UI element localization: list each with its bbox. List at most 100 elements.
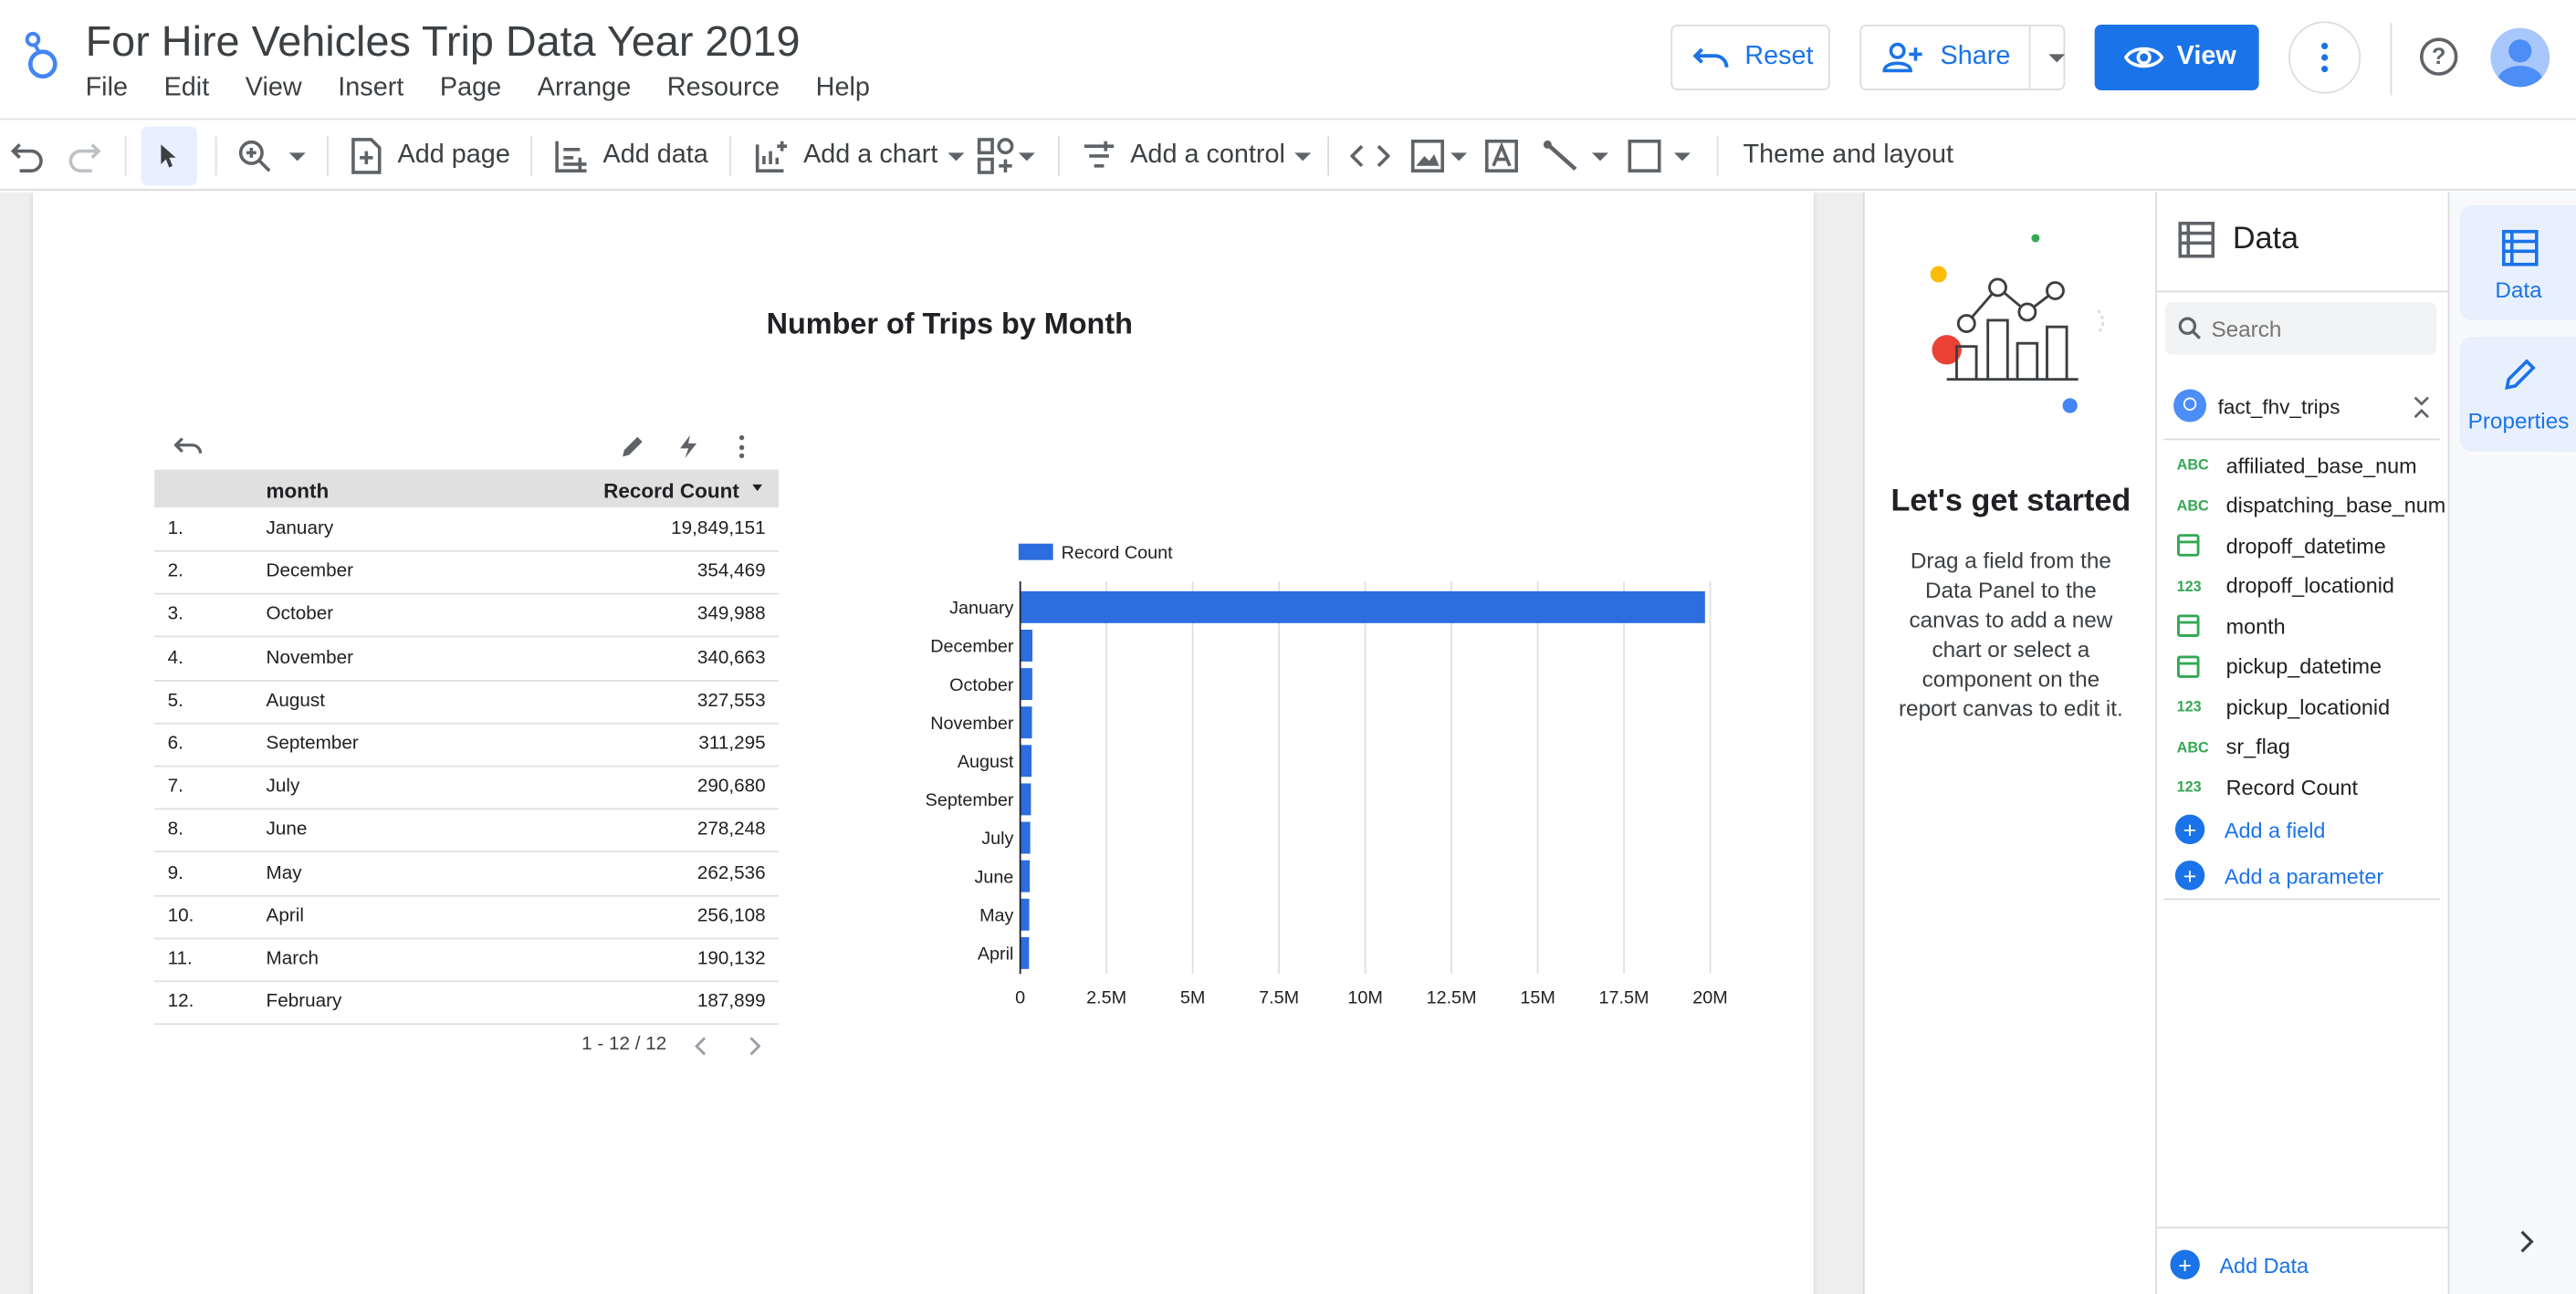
field-item[interactable]: 123 dropoff_locationid: [2177, 569, 2394, 602]
bar-june: [1020, 860, 1031, 892]
avatar[interactable]: [2490, 27, 2550, 88]
field-item[interactable]: pickup_datetime: [2177, 650, 2382, 683]
shape-button[interactable]: [1627, 120, 1691, 192]
field-item[interactable]: dropoff_datetime: [2177, 529, 2386, 562]
menu-insert[interactable]: Insert: [338, 74, 403, 103]
menu-arrange[interactable]: Arrange: [538, 74, 631, 103]
redo-icon[interactable]: [66, 140, 102, 172]
row-number: 8.: [167, 819, 183, 840]
community-viz-button[interactable]: [976, 120, 1035, 192]
table-more-icon[interactable]: [738, 434, 746, 459]
y-category-label: November: [930, 714, 1014, 734]
x-tick-label: 5M: [1180, 988, 1205, 1008]
share-button[interactable]: Share: [1859, 24, 2066, 90]
zoom-button[interactable]: [236, 120, 306, 192]
row-number: 7.: [167, 777, 183, 798]
add-field-button[interactable]: + Add a field: [2174, 813, 2325, 846]
code-icon: [1350, 144, 1390, 168]
menu-edit[interactable]: Edit: [164, 74, 210, 103]
line-button[interactable]: [1541, 120, 1608, 192]
table-row[interactable]: 5. August 327,553: [154, 682, 780, 725]
view-button[interactable]: View: [2094, 24, 2259, 90]
field-item[interactable]: 123 pickup_locationid: [2177, 690, 2390, 723]
tab-data[interactable]: Data: [2459, 204, 2576, 320]
next-page-icon[interactable]: [746, 1037, 762, 1057]
reset-table-icon[interactable]: [173, 435, 204, 458]
table-row[interactable]: 9. May 262,536: [154, 853, 780, 896]
add-chart-button[interactable]: Add a chart: [754, 120, 965, 192]
row-month: August: [266, 691, 326, 711]
table-row[interactable]: 12. February 187,899: [154, 983, 780, 1026]
menu-page[interactable]: Page: [440, 74, 501, 103]
x-tick-label: 17.5M: [1599, 988, 1649, 1008]
row-month: May: [266, 862, 302, 883]
add-data-panel-button[interactable]: + Add Data: [2170, 1248, 2309, 1281]
expand-panel-chevron-icon[interactable]: [2518, 1230, 2535, 1253]
add-parameter-button[interactable]: + Add a parameter: [2174, 859, 2383, 892]
field-item[interactable]: month: [2177, 610, 2286, 642]
row-month: October: [266, 605, 334, 625]
help-icon[interactable]: ?: [2420, 37, 2458, 76]
table-row[interactable]: 10. April 256,108: [154, 896, 780, 940]
add-page-button[interactable]: Add page: [350, 120, 510, 192]
share-dropdown-icon[interactable]: [2048, 54, 2066, 63]
prev-page-icon[interactable]: [693, 1037, 709, 1057]
column-header-record-count[interactable]: Record Count: [603, 480, 739, 503]
edit-pencil-icon[interactable]: [620, 433, 646, 460]
embed-code-button[interactable]: [1350, 120, 1390, 192]
bar-chart[interactable]: Record Count 0 2.5M 5M 7.5M 10M 12.5M 15M 17.5M 2…: [887, 526, 1775, 1018]
field-item[interactable]: ABC affiliated_base_num: [2177, 448, 2417, 481]
reset-button[interactable]: Reset: [1670, 24, 1830, 90]
tab-properties[interactable]: Properties: [2459, 336, 2576, 452]
search-box[interactable]: [2165, 302, 2437, 355]
row-number: 5.: [167, 691, 183, 711]
add-data-button[interactable]: Add data: [554, 120, 708, 192]
header: For Hire Vehicles Trip Data Year 2019 Fi…: [0, 0, 2576, 115]
menu-help[interactable]: Help: [816, 74, 870, 103]
text-button[interactable]: [1483, 120, 1520, 192]
field-name: pickup_datetime: [2225, 653, 2382, 679]
menu-file[interactable]: File: [86, 74, 128, 103]
zoom-in-icon: [238, 140, 271, 172]
field-item[interactable]: 123 Record Count: [2177, 770, 2358, 803]
table-row[interactable]: 4. November 340,663: [154, 638, 780, 682]
data-source-name[interactable]: fact_fhv_trips: [2218, 396, 2340, 419]
add-control-label: Add a control: [1130, 141, 1285, 170]
bar-april: [1020, 936, 1030, 969]
looker-studio-logo-icon[interactable]: [23, 29, 62, 82]
table-row[interactable]: 2. December 354,469: [154, 552, 780, 595]
table-row[interactable]: 1. January 19,849,151: [154, 509, 780, 552]
y-category-label: April: [978, 944, 1014, 965]
legend-swatch: [1018, 543, 1053, 560]
column-header-month[interactable]: month: [267, 480, 330, 503]
lightning-bolt-icon[interactable]: [676, 433, 699, 460]
row-month: September: [266, 734, 359, 755]
add-control-dropdown-icon: [1294, 151, 1312, 161]
row-month: July: [266, 777, 300, 798]
menu-view[interactable]: View: [246, 74, 302, 103]
x-tick-label: 0: [1015, 988, 1025, 1008]
table-row[interactable]: 11. March 190,132: [154, 939, 780, 983]
table-row[interactable]: 3. October 349,988: [154, 595, 780, 639]
field-item[interactable]: ABC sr_flag: [2177, 730, 2290, 763]
image-button[interactable]: [1409, 120, 1468, 192]
report-title[interactable]: For Hire Vehicles Trip Data Year 2019: [86, 16, 801, 68]
search-input[interactable]: [2211, 311, 2425, 345]
report-heading[interactable]: Number of Trips by Month: [33, 308, 1867, 342]
table-row[interactable]: 7. July 290,680: [154, 767, 780, 810]
add-control-icon: [1084, 141, 1115, 168]
x-tick-label: 7.5M: [1259, 988, 1299, 1008]
more-options-button[interactable]: [2288, 21, 2361, 94]
collapse-source-icon[interactable]: [2414, 396, 2430, 419]
select-tool-button[interactable]: [141, 126, 197, 186]
menu-resource[interactable]: Resource: [667, 74, 780, 103]
undo-icon[interactable]: [10, 140, 47, 172]
sort-desc-icon[interactable]: [752, 484, 763, 492]
table-row[interactable]: 8. June 278,248: [154, 810, 780, 853]
table-row[interactable]: 6. September 311,295: [154, 725, 780, 767]
field-item[interactable]: ABC dispatching_base_num: [2177, 488, 2446, 521]
theme-layout-button[interactable]: Theme and layout: [1744, 120, 1954, 192]
row-number: 10.: [167, 906, 194, 926]
bar-july: [1020, 821, 1031, 854]
add-control-button[interactable]: Add a control: [1081, 120, 1312, 192]
